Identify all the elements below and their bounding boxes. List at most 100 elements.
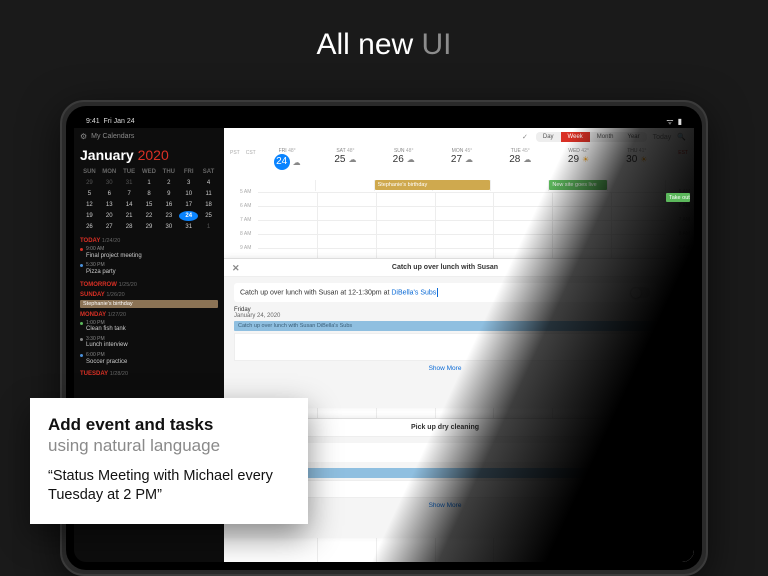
agenda-section-head: SUNDAY 1/26/20 [80, 292, 218, 298]
hour-label: 5 AM [240, 189, 251, 195]
calendar-day[interactable]: 31 [179, 222, 198, 232]
agenda-list: TODAY 1/24/209:00 AMFinal project meetin… [80, 238, 218, 377]
calendar-day[interactable]: 2 [159, 178, 178, 188]
hour-label: 8 AM [240, 231, 251, 237]
search-icon[interactable]: 🔍 [677, 133, 686, 141]
agenda-item[interactable]: 9:00 AMFinal project meeting [80, 245, 218, 261]
gear-icon[interactable]: ⚙ [80, 132, 87, 141]
calendar-day[interactable]: 21 [120, 211, 139, 221]
weather-icon: ☁ [465, 155, 473, 164]
calendar-day[interactable]: 22 [140, 211, 159, 221]
allday-cell[interactable]: New site goes live [549, 180, 607, 191]
weather-icon: ☁ [293, 158, 301, 167]
hour-label-right: 8 AM [679, 231, 690, 237]
calendar-day[interactable]: 20 [100, 211, 119, 221]
today-button[interactable]: Today [653, 134, 672, 141]
preview-date: Friday January 24, 2020 [234, 307, 656, 319]
agenda-item[interactable]: 5:30 PMPizza party [80, 261, 218, 277]
allday-toggle-2[interactable] [630, 447, 650, 458]
allday-toggle[interactable] [630, 287, 650, 298]
day-column-header[interactable]: SUN 48°26☁ [375, 148, 433, 170]
allday-cell[interactable] [608, 180, 666, 191]
calendar-day[interactable]: 3 [179, 178, 198, 188]
battery-icon: ▮ [678, 117, 682, 126]
agenda-section-head: TODAY 1/24/20 [80, 238, 218, 244]
allday-cell[interactable] [316, 180, 374, 191]
calendar-day[interactable]: 30 [100, 178, 119, 188]
calendar-day[interactable]: 30 [159, 222, 178, 232]
calendar-day[interactable]: 10 [179, 189, 198, 199]
calendar-day[interactable]: 29 [80, 178, 99, 188]
calendar-day[interactable]: 31 [120, 178, 139, 188]
day-column-header[interactable]: WED 42°29☀ [549, 148, 607, 170]
calendar-day[interactable]: 17 [179, 200, 198, 210]
calendar-day[interactable]: 7 [120, 189, 139, 199]
weather-icon: ☀ [582, 155, 589, 164]
calendar-day[interactable]: 23 [159, 211, 178, 221]
hour-label-right: 6 AM [679, 203, 690, 209]
agenda-item[interactable]: 3:30 PMLunch interview [80, 335, 218, 351]
day-column-header[interactable]: TUE 45°28☁ [491, 148, 549, 170]
calendar-day[interactable]: 8 [140, 189, 159, 199]
task-toggle-icon[interactable]: ✓ [522, 133, 528, 141]
hour-label-right: 7 AM [679, 217, 690, 223]
calendar-day[interactable]: 14 [120, 200, 139, 210]
weather-icon: ☁ [348, 155, 356, 164]
calendar-day[interactable]: 4 [199, 178, 218, 188]
calendar-day[interactable]: 1 [199, 222, 218, 232]
mini-calendar[interactable]: SUNMONTUEWEDTHUFRISAT2930311234567891011… [80, 167, 218, 232]
week-header: FRI 48°24☁SAT 48°25☁SUN 48°26☁MON 45°27☁… [258, 148, 666, 170]
marketing-caption: Add event and tasks using natural langua… [30, 398, 308, 524]
calendar-day[interactable]: 24 [179, 211, 198, 221]
seg-month[interactable]: Month [590, 132, 621, 142]
calendar-day[interactable]: 1 [140, 178, 159, 188]
day-column-header[interactable]: THU 41°30☀ [608, 148, 666, 170]
allday-cell[interactable] [258, 180, 316, 191]
calendar-day[interactable]: 9 [159, 189, 178, 199]
tz-label-right: EST [678, 150, 688, 156]
allday-cell[interactable] [433, 180, 491, 191]
weather-icon: ☀ [640, 155, 647, 164]
calendar-day[interactable]: 18 [199, 200, 218, 210]
hour-label: 6 AM [240, 203, 251, 209]
my-calendars-label[interactable]: My Calendars [91, 133, 134, 140]
month-title: January 2020 [80, 147, 218, 163]
allday-cell[interactable] [491, 180, 549, 191]
task-chip[interactable]: Take out trash [666, 193, 690, 202]
agenda-item[interactable]: 1:00 PMClean fish tank [80, 319, 218, 335]
calendar-day[interactable]: 29 [140, 222, 159, 232]
agenda-section-head: MONDAY 1/27/20 [80, 312, 218, 318]
seg-week[interactable]: Week [561, 132, 590, 142]
calendar-day[interactable]: 26 [80, 222, 99, 232]
show-more-button[interactable]: Show More [234, 361, 656, 376]
day-column-header[interactable]: SAT 48°25☁ [316, 148, 374, 170]
hero-title: All new UI [0, 28, 768, 62]
calendar-day[interactable]: 13 [100, 200, 119, 210]
agenda-section-head: TOMORROW 1/25/20 [80, 282, 218, 288]
calendar-day[interactable]: 15 [140, 200, 159, 210]
allday-event[interactable]: New site goes live [549, 180, 606, 190]
agenda-allday[interactable]: Stephanie's birthday [80, 300, 218, 308]
calendar-day[interactable]: 25 [199, 211, 218, 221]
seg-day[interactable]: Day [536, 132, 561, 142]
calendar-day[interactable]: 16 [159, 200, 178, 210]
calendar-day[interactable]: 19 [80, 211, 99, 221]
caption-title: Add event and tasks [48, 414, 290, 435]
agenda-item[interactable]: 6:00 PMSoccer practice [80, 351, 218, 367]
modal-title: ✕ Catch up over lunch with Susan [224, 259, 666, 277]
calendar-day[interactable]: 12 [80, 200, 99, 210]
close-icon[interactable]: ✕ [232, 263, 240, 274]
calendar-day[interactable]: 11 [199, 189, 218, 199]
calendar-day[interactable]: 27 [100, 222, 119, 232]
calendar-day[interactable]: 5 [80, 189, 99, 199]
natural-language-input[interactable]: Catch up over lunch with Susan at 12-1:3… [234, 283, 656, 302]
day-column-header[interactable]: MON 45°27☁ [433, 148, 491, 170]
day-column-header[interactable]: FRI 48°24☁ [258, 148, 316, 170]
hour-label: 7 AM [240, 217, 251, 223]
seg-year[interactable]: Year [620, 132, 646, 142]
agenda-section-head: TUESDAY 1/28/20 [80, 371, 218, 377]
calendar-day[interactable]: 28 [120, 222, 139, 232]
calendar-day[interactable]: 6 [100, 189, 119, 199]
view-segmented-control[interactable]: Day Week Month Year [536, 132, 647, 142]
allday-cell[interactable]: Stephanie's birthday [375, 180, 433, 191]
